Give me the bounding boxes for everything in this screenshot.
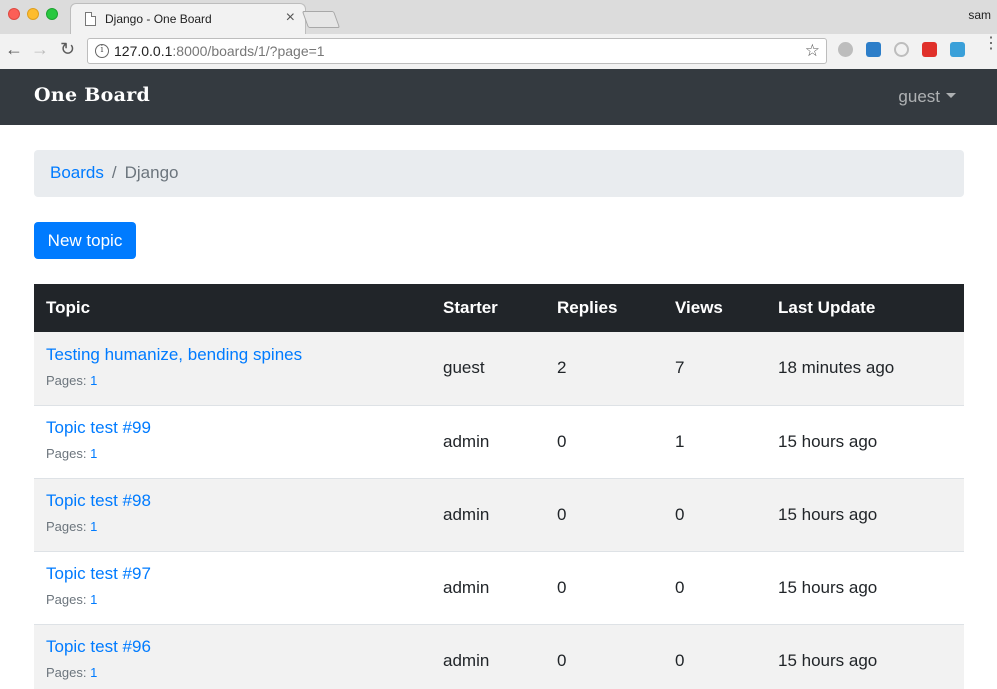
replies-cell: 0 xyxy=(545,477,663,551)
page-link[interactable]: 1 xyxy=(90,592,97,607)
pages-info: Pages: 1 xyxy=(46,665,419,680)
table-row: Topic test #97 Pages: 1 admin 0 0 15 hou… xyxy=(34,550,964,624)
topic-cell: Topic test #96 Pages: 1 xyxy=(34,623,431,689)
back-icon[interactable]: ← xyxy=(5,39,23,59)
pages-info: Pages: 1 xyxy=(46,592,419,607)
tab-strip: Django - One Board × sam xyxy=(0,0,997,34)
breadcrumb-current: Django xyxy=(124,163,179,182)
tab-close-icon[interactable]: × xyxy=(286,9,295,27)
forward-icon[interactable]: → xyxy=(31,39,49,59)
maximize-window-icon[interactable] xyxy=(46,8,58,20)
header-views: Views xyxy=(663,284,766,332)
user-dropdown[interactable]: guest xyxy=(898,87,956,107)
replies-cell: 2 xyxy=(545,332,663,405)
views-cell: 1 xyxy=(663,404,766,478)
browser-chrome: Django - One Board × sam ← → ↻ i 127.0.0… xyxy=(0,0,997,69)
starter-cell: admin xyxy=(431,404,545,478)
app-navbar: One Board guest xyxy=(0,69,997,125)
minimize-window-icon[interactable] xyxy=(27,8,39,20)
table-row: Topic test #99 Pages: 1 admin 0 1 15 hou… xyxy=(34,404,964,478)
topic-link[interactable]: Topic test #97 xyxy=(46,564,419,584)
replies-cell: 0 xyxy=(545,623,663,689)
header-starter: Starter xyxy=(431,284,545,332)
last-update-cell: 15 hours ago xyxy=(766,550,964,624)
address-bar[interactable]: i 127.0.0.1:8000/boards/1/?page=1 ☆ xyxy=(87,38,827,64)
topic-link[interactable]: Topic test #99 xyxy=(46,418,419,438)
info-icon[interactable]: i xyxy=(95,44,109,58)
reload-icon[interactable]: ↻ xyxy=(60,39,75,59)
close-window-icon[interactable] xyxy=(8,8,20,20)
extension-screenshot-icon[interactable] xyxy=(866,42,881,57)
topic-link[interactable]: Topic test #98 xyxy=(46,491,419,511)
tab-title: Django - One Board xyxy=(105,12,212,26)
last-update-cell: 18 minutes ago xyxy=(766,332,964,405)
pages-label: Pages: xyxy=(46,372,87,388)
last-update-cell: 15 hours ago xyxy=(766,404,964,478)
starter-cell: admin xyxy=(431,623,545,689)
table-row: Testing humanize, bending spines Pages: … xyxy=(34,332,964,405)
browser-tab[interactable]: Django - One Board × xyxy=(70,3,306,34)
breadcrumb-separator: / xyxy=(111,163,117,182)
views-cell: 0 xyxy=(663,623,766,689)
topic-cell: Topic test #98 Pages: 1 xyxy=(34,477,431,551)
url-path: :8000/boards/1/?page=1 xyxy=(172,43,325,59)
last-update-cell: 15 hours ago xyxy=(766,623,964,689)
extension-reader-icon[interactable] xyxy=(950,42,965,57)
pages-label: Pages: xyxy=(46,665,87,681)
views-cell: 0 xyxy=(663,477,766,551)
page-link[interactable]: 1 xyxy=(90,665,97,680)
extension-music-icon[interactable] xyxy=(838,42,853,57)
views-cell: 0 xyxy=(663,550,766,624)
header-replies: Replies xyxy=(545,284,663,332)
table-row: Topic test #96 Pages: 1 admin 0 0 15 hou… xyxy=(34,623,964,689)
new-tab-button[interactable] xyxy=(301,11,341,28)
user-name: guest xyxy=(898,87,940,106)
pages-label: Pages: xyxy=(46,592,87,607)
views-cell: 7 xyxy=(663,332,766,405)
extension-circle-icon[interactable] xyxy=(894,42,909,57)
brand-logo[interactable]: One Board xyxy=(34,84,150,106)
page-icon xyxy=(85,12,96,26)
header-topic: Topic xyxy=(34,284,431,332)
replies-cell: 0 xyxy=(545,404,663,478)
topic-link[interactable]: Topic test #96 xyxy=(46,637,419,657)
os-user-label[interactable]: sam xyxy=(968,8,991,22)
bookmark-star-icon[interactable]: ☆ xyxy=(805,41,820,61)
browser-menu-icon[interactable]: ⋮ xyxy=(983,36,997,52)
last-update-cell: 15 hours ago xyxy=(766,477,964,551)
starter-cell: admin xyxy=(431,550,545,624)
pages-label: Pages: xyxy=(46,446,87,461)
topic-cell: Topic test #97 Pages: 1 xyxy=(34,550,431,624)
pages-info: Pages: 1 xyxy=(46,373,419,388)
topic-cell: Testing humanize, bending spines Pages: … xyxy=(34,332,431,405)
table-header-row: Topic Starter Replies Views Last Update xyxy=(34,284,964,332)
header-last-update: Last Update xyxy=(766,284,964,332)
table-row: Topic test #98 Pages: 1 admin 0 0 15 hou… xyxy=(34,477,964,551)
caret-down-icon xyxy=(946,93,956,98)
pages-info: Pages: 1 xyxy=(46,446,419,461)
browser-toolbar: ← → ↻ i 127.0.0.1:8000/boards/1/?page=1 … xyxy=(0,34,997,69)
page-link[interactable]: 1 xyxy=(90,373,97,388)
starter-cell: guest xyxy=(431,332,545,405)
replies-cell: 0 xyxy=(545,550,663,624)
pages-label: Pages: xyxy=(46,519,87,534)
topic-link[interactable]: Testing humanize, bending spines xyxy=(46,345,419,365)
page-link[interactable]: 1 xyxy=(90,446,97,461)
starter-cell: admin xyxy=(431,477,545,551)
new-topic-button[interactable]: New topic xyxy=(34,222,136,259)
extension-forward-icon[interactable] xyxy=(922,42,937,57)
topic-cell: Topic test #99 Pages: 1 xyxy=(34,404,431,478)
breadcrumb-boards-link[interactable]: Boards xyxy=(50,163,104,182)
page-link[interactable]: 1 xyxy=(90,519,97,534)
topics-table: Topic Starter Replies Views Last Update … xyxy=(34,284,964,689)
url-host: 127.0.0.1 xyxy=(114,43,173,59)
url-text[interactable]: 127.0.0.1:8000/boards/1/?page=1 xyxy=(114,43,325,59)
breadcrumb: Boards / Django xyxy=(34,150,964,197)
pages-info: Pages: 1 xyxy=(46,519,419,534)
